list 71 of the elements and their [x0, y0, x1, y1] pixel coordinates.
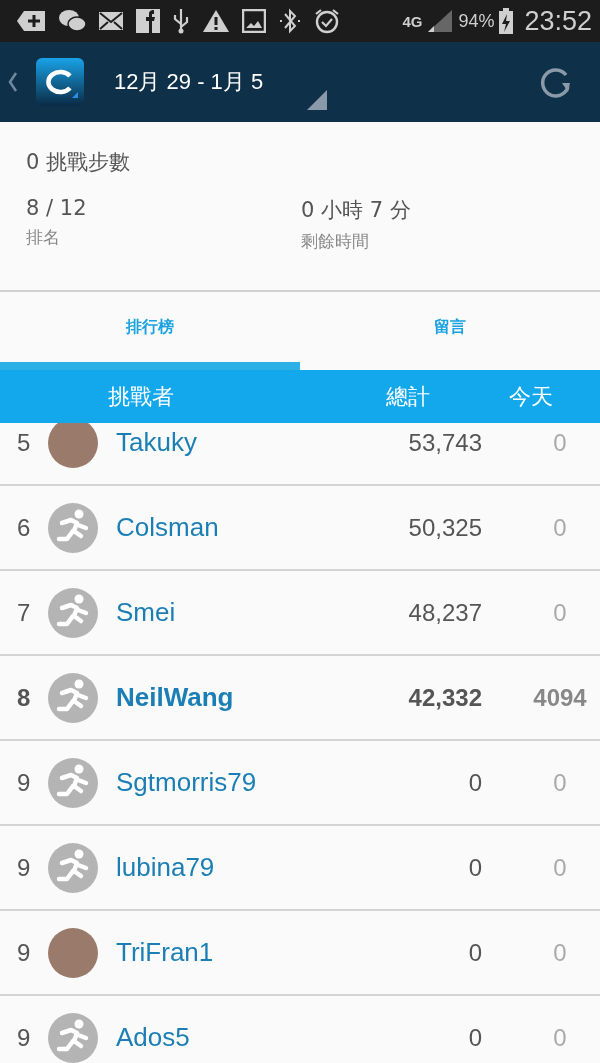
today-steps: 0 [520, 428, 600, 457]
battery-percent: 94% [458, 10, 495, 32]
stat-value: 0 小時 7 分 [301, 197, 412, 224]
rank-number: 5 [16, 428, 32, 457]
total-steps: 0 [352, 768, 482, 797]
runner-avatar-icon [48, 672, 98, 723]
stat-value: 8 / 12 [26, 196, 88, 220]
challenger-name: lubina79 [116, 852, 216, 883]
challenger-name: Colsman [116, 512, 220, 543]
rank-number: 8 [16, 683, 32, 712]
date-range-title[interactable]: 12月 29 - 1月 5 [114, 67, 264, 97]
total-steps: 53,743 [352, 428, 482, 457]
today-steps: 0 [520, 853, 600, 882]
signal-icon [427, 9, 454, 33]
runner-avatar-icon [48, 1012, 98, 1063]
challenger-name: TriFran1 [116, 937, 215, 968]
challenger-name: Takuky [116, 427, 198, 458]
back-chevron-icon [8, 71, 18, 93]
total-steps: 0 [352, 938, 482, 967]
stat-label: 剩餘時間 [301, 230, 370, 253]
today-steps: 0 [520, 513, 600, 542]
chat-bubbles-icon [58, 9, 86, 33]
leaderboard-row[interactable]: 6 Colsman 50,325 0 [0, 486, 600, 571]
picture-icon [242, 9, 266, 33]
leaderboard-row[interactable]: 7 Smei 48,237 0 [0, 571, 600, 656]
warning-icon [202, 9, 230, 33]
leaderboard-row[interactable]: 9 Sgtmorris79 0 0 [0, 741, 600, 826]
alarm-clock-icon [314, 8, 340, 34]
usb-icon [172, 8, 190, 34]
leaderboard-row[interactable]: 9 lubina79 0 0 [0, 826, 600, 911]
total-steps: 0 [352, 853, 482, 882]
runner-avatar-icon [48, 502, 98, 553]
total-steps: 48,237 [352, 598, 482, 627]
avatar-photo-placeholder [48, 927, 98, 978]
bluetooth-icon [278, 8, 302, 34]
rank-number: 9 [16, 938, 32, 967]
avatar-photo-placeholder [48, 423, 98, 468]
mail-icon [98, 11, 124, 31]
rank-number: 6 [16, 513, 32, 542]
challenge-steps: 0 挑戰步數 [26, 148, 576, 176]
leaderboard-row[interactable]: 8 NeilWang 42,332 4094 [0, 656, 600, 741]
rank-number: 9 [16, 853, 32, 882]
total-steps: 42,332 [352, 683, 482, 712]
battery-charging-icon [499, 8, 514, 34]
runner-avatar-icon [48, 842, 98, 893]
total-steps: 50,325 [352, 513, 482, 542]
today-steps: 0 [520, 598, 600, 627]
leaderboard-row[interactable]: 9 Ados5 0 0 [0, 996, 600, 1063]
runner-avatar-icon [48, 757, 98, 808]
total-steps: 0 [352, 1023, 482, 1052]
challenger-name: Smei [116, 597, 177, 628]
runner-avatar-icon [48, 587, 98, 638]
challenger-name: Ados5 [116, 1022, 191, 1053]
today-steps: 0 [520, 768, 600, 797]
challenger-name: NeilWang [116, 682, 235, 713]
stat-label: 排名 [26, 226, 61, 249]
dropdown-corner-icon [307, 90, 328, 110]
challenger-name: Sgtmorris79 [116, 767, 258, 798]
app-logo-icon [36, 58, 84, 106]
clock: 23:52 [524, 5, 592, 37]
rank-number: 7 [16, 598, 32, 627]
today-steps: 0 [520, 1023, 600, 1052]
leaderboard-row[interactable]: 5 Takuky 53,743 0 [0, 423, 600, 486]
f-square-icon [136, 9, 160, 33]
today-steps: 4094 [520, 683, 600, 712]
add-tag-icon [16, 10, 46, 32]
today-steps: 0 [520, 938, 600, 967]
leaderboard-row[interactable]: 9 TriFran1 0 0 [0, 911, 600, 996]
network-type: 4G [402, 12, 423, 30]
rank-number: 9 [16, 1023, 32, 1052]
rank-number: 9 [16, 768, 32, 797]
